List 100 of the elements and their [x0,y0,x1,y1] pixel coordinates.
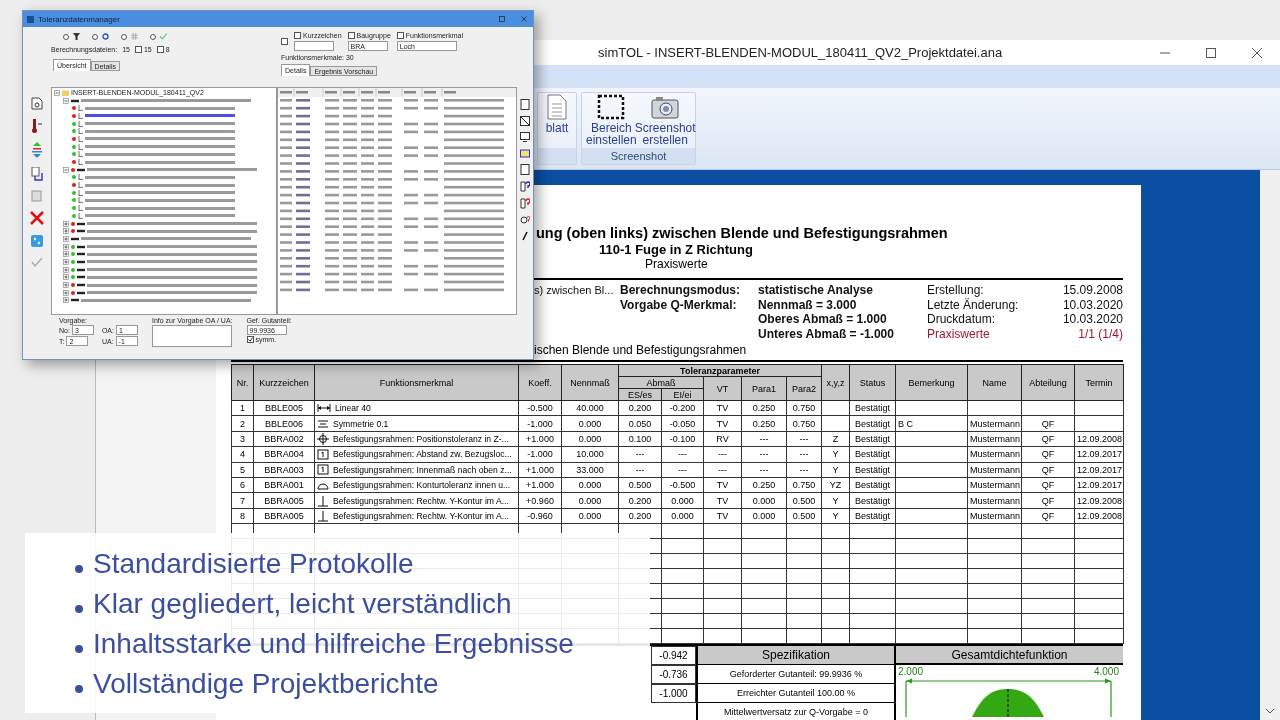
text-line-drawing[interactable] [81,297,251,303]
checkbox[interactable] [294,32,301,39]
expander-icon[interactable] [54,89,60,96]
text-line-drawing[interactable] [85,159,235,165]
text-line-drawing[interactable] [87,228,257,234]
table-cell: Y [821,508,850,524]
bar-icon [77,229,85,234]
table-cell: 0.200 [618,492,662,509]
checkbox[interactable] [396,32,404,39]
text-line-drawing[interactable] [85,174,235,180]
expander-icon[interactable] [63,228,69,235]
expander-icon[interactable] [63,282,69,289]
text-line-drawing[interactable] [87,259,257,265]
text-line-drawing[interactable] [85,105,235,111]
check-icon [31,257,43,267]
table-cell: -0.100 [661,431,704,447]
table-cell: -0.200 [661,400,704,416]
expander-icon[interactable] [63,266,69,273]
radio-button[interactable] [150,33,156,40]
text-line-drawing[interactable] [87,244,257,250]
thermometer-icon [31,119,43,133]
table-cell: 0.000 [561,431,619,447]
table-cell: 0.750 [786,477,822,493]
expander-icon[interactable] [63,289,69,296]
expander-icon[interactable] [63,251,69,258]
column-header: Koeff. [518,364,562,401]
text-line-drawing[interactable] [85,213,235,219]
text-line-drawing[interactable] [81,98,251,104]
group-header: Toleranzparameter [618,364,822,377]
table-cell: --- [618,462,662,478]
scrollbar[interactable] [1260,170,1280,720]
checkbox[interactable] [134,46,142,53]
table-cell: -1.000 [518,415,562,432]
table-cell [1074,400,1124,416]
radio-button[interactable] [92,33,98,40]
meta-label: Letzte Änderung: [927,297,1020,312]
table-cell: Linear 40 [335,403,371,414]
dotted-rectangle-icon [597,94,626,120]
text-line-drawing[interactable] [85,205,235,211]
table-cell: --- [703,446,742,463]
info-field[interactable] [151,325,232,347]
radio-button[interactable] [63,33,69,40]
boxed-dimension-icon [317,464,329,476]
dimension-arrow-icon [317,403,331,414]
text-line-drawing[interactable] [87,282,257,288]
bar-icon [77,252,85,257]
expander-icon[interactable] [63,220,69,227]
table-cell: --- [786,446,822,463]
column-header: Nennmaß [561,364,619,401]
expander-icon[interactable] [63,166,69,173]
specification-row: Mittelwertversatz zur Q-Vorgabe = 0 [698,703,894,720]
text-line-drawing[interactable] [87,167,257,173]
text-line-drawing[interactable] [85,121,235,127]
radio-button[interactable] [121,33,127,40]
checkbox[interactable] [281,38,288,45]
expander-icon[interactable] [63,235,69,242]
table-cell: Mustermann [967,492,1022,509]
bar-icon [77,290,85,295]
info-value: Oberes Abmaß = 1.000 [758,312,888,327]
text-line-drawing[interactable] [85,128,235,134]
text-line-drawing[interactable] [87,267,257,273]
text-line-drawing[interactable] [85,197,235,203]
bar-icon [77,221,85,226]
magnifier-help-icon [520,215,530,225]
bar-icon [77,283,85,288]
table-cell [1074,415,1124,432]
text-line-drawing[interactable] [85,113,235,119]
table-cell: 12.09.2017 [1074,462,1124,478]
table-cell: --- [703,462,742,478]
text-line-drawing[interactable] [87,274,257,280]
checkbox[interactable] [246,336,254,343]
table-cell: Befestigungsrahmen: Rechtw. Y-Kontur im A... [333,495,509,506]
expander-icon[interactable] [63,243,69,250]
text-line-drawing[interactable] [85,190,235,196]
text-line-drawing[interactable] [81,236,251,242]
table-cell: Befestigungsrahmen: Konturtoleranz innen u... [333,480,511,491]
text-line-drawing[interactable] [87,290,257,296]
checkbox[interactable] [347,32,355,39]
table-cell: 0.000 [561,508,619,524]
ribbon-button[interactable]: blatt [541,93,573,148]
text-line-drawing[interactable] [85,151,235,157]
table-cell: Bestätigt [849,492,896,509]
checkbox[interactable] [156,46,164,53]
expander-icon[interactable] [63,97,69,104]
expander-icon[interactable] [63,258,69,265]
expander-icon[interactable] [63,297,69,304]
text-line-drawing[interactable] [85,182,235,188]
text-line-drawing[interactable] [87,221,257,227]
text-line-drawing[interactable] [85,136,235,142]
text-line-drawing[interactable] [85,144,235,150]
table-cell: BBRA005 [253,508,315,524]
expander-icon[interactable] [63,274,69,281]
text-line-drawing[interactable] [87,251,257,257]
document-icon [546,94,568,120]
filter-field[interactable] [294,41,334,51]
table-cell: 10.000 [561,446,619,463]
table-cell: 0.250 [741,415,787,432]
table-cell: Bestätigt [849,431,896,447]
column-header: Termin [1074,364,1124,401]
bar-icon [77,167,85,172]
